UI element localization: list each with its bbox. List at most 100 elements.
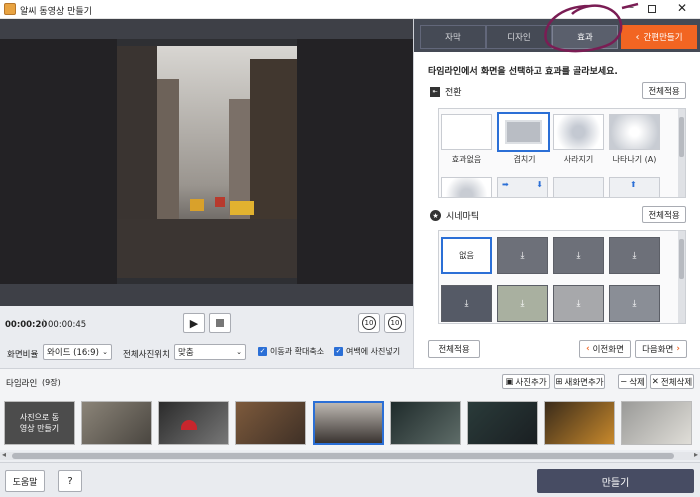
prev-screen-button[interactable]: ‹ 이전화면 xyxy=(579,340,631,358)
timeline-thumb[interactable]: 사진으로 동영상 만들기 xyxy=(4,401,75,445)
delete-all-label: 전체삭제 xyxy=(660,377,693,388)
cinematic-item[interactable]: ⤓ xyxy=(497,285,548,322)
footer-apply-all-button[interactable]: 전체적용 xyxy=(428,340,480,358)
transition-item[interactable] xyxy=(553,177,604,197)
pan-zoom-label: 이동과 확대축소 xyxy=(270,347,325,356)
cinematic-item[interactable]: ⤓ xyxy=(609,285,660,322)
add-photo-button[interactable]: ▣ 사진추가 xyxy=(502,374,550,389)
scroll-left-icon[interactable]: ◂ xyxy=(2,450,6,459)
next-label: 다음화면 xyxy=(642,345,674,355)
timeline-thumb[interactable] xyxy=(390,401,461,445)
timeline-thumb[interactable] xyxy=(544,401,615,445)
transition-fade-in[interactable] xyxy=(609,114,660,150)
add-screen-label: 새화면추가 xyxy=(564,377,604,388)
timeline-scrollbar[interactable]: ◂ ▸ xyxy=(0,450,700,460)
margin-photo-label: 여백에 사진넣기 xyxy=(346,347,401,356)
cinematic-apply-all-button[interactable]: 전체적용 xyxy=(642,206,686,223)
transition-overlap[interactable] xyxy=(497,112,550,152)
current-time: 00:00:20 xyxy=(5,320,48,330)
thumb-caption: 사진으로 동영상 만들기 xyxy=(19,413,60,433)
timeline-thumb[interactable] xyxy=(81,401,152,445)
download-icon: ⤓ xyxy=(520,250,525,261)
delete-label: 삭제 xyxy=(629,377,645,388)
time-separator: | xyxy=(42,319,46,329)
preview-image xyxy=(0,19,413,306)
ratio-select[interactable]: 와이드 (16:9) ⌄ xyxy=(43,344,112,360)
add-photo-label: 사진추가 xyxy=(515,377,547,388)
position-select[interactable]: 맞춤 ⌄ xyxy=(174,344,246,360)
rewind-icon: 10 xyxy=(362,316,376,330)
transition-label: 효과없음 xyxy=(451,155,482,164)
umbrella-dot xyxy=(181,420,197,430)
transition-item[interactable]: ⬆ xyxy=(609,177,660,197)
cinematic-item[interactable]: ⤓ xyxy=(441,285,492,322)
close-icon[interactable]: ✕ xyxy=(677,1,687,15)
cinematic-item[interactable]: ⤓ xyxy=(553,285,604,322)
play-icon: ▶ xyxy=(189,316,199,330)
forward-10-button[interactable]: 10 xyxy=(384,313,406,333)
ratio-value: 와이드 (16:9) xyxy=(47,348,99,358)
question-button[interactable]: ? xyxy=(58,470,82,492)
timeline-thumb[interactable] xyxy=(313,401,384,445)
transition-title: 전환 xyxy=(445,88,462,98)
scroll-right-icon[interactable]: ▸ xyxy=(694,450,698,459)
minus-icon: − xyxy=(620,376,628,387)
scrollbar[interactable] xyxy=(678,109,685,197)
transition-fade-out[interactable] xyxy=(553,114,604,150)
add-new-screen-button[interactable]: ⊞ 새화면추가 xyxy=(554,374,605,389)
timeline-thumb[interactable] xyxy=(621,401,692,445)
help-label: 도움말 xyxy=(12,477,38,488)
total-time: 00:00:45 xyxy=(48,320,87,330)
tab-subtitle[interactable]: 자막 xyxy=(420,25,486,49)
apply-all-label: 전체적용 xyxy=(438,345,470,355)
scrollbar-thumb[interactable] xyxy=(679,117,684,157)
stop-icon xyxy=(216,319,224,327)
instruction-text: 타임라인에서 화면을 선택하고 효과를 골라보세요. xyxy=(428,67,618,77)
timeline-count: (9장) xyxy=(42,378,61,387)
chevron-down-icon: ⌄ xyxy=(102,348,108,356)
scrollbar[interactable] xyxy=(678,231,685,323)
margin-photo-checkbox[interactable]: ✓ 여백에 사진넣기 xyxy=(334,346,400,357)
chevron-right-icon: › xyxy=(676,344,680,354)
transition-apply-all-button[interactable]: 전체적용 xyxy=(642,82,686,99)
question-label: ? xyxy=(67,475,73,487)
rewind-10-button[interactable]: 10 xyxy=(358,313,380,333)
download-icon: ⤓ xyxy=(464,298,469,309)
next-screen-button[interactable]: 다음화면 › xyxy=(635,340,687,358)
cinematic-none[interactable]: 없음 xyxy=(441,237,492,274)
transition-item[interactable]: ➡ ⬇ xyxy=(497,177,548,197)
transition-item[interactable] xyxy=(441,177,492,197)
forward-icon: 10 xyxy=(388,316,402,330)
add-screen-icon: ⊞ xyxy=(555,376,563,387)
close-small-icon: ✕ xyxy=(651,376,659,387)
download-icon: ⤓ xyxy=(520,298,525,309)
transition-none[interactable] xyxy=(441,114,492,150)
scrollbar-thumb[interactable] xyxy=(679,239,684,279)
help-button[interactable]: 도움말 xyxy=(5,470,45,492)
timeline-thumb[interactable] xyxy=(467,401,538,445)
delete-button[interactable]: − 삭제 xyxy=(618,374,647,389)
arrow-icon: ⬆ xyxy=(630,180,637,189)
transition-label: 나타나기 (A) xyxy=(612,155,657,164)
pan-zoom-checkbox[interactable]: ✓ 이동과 확대축소 xyxy=(258,346,324,357)
cinematic-item[interactable]: ⤓ xyxy=(609,237,660,274)
cinematic-item[interactable]: ⤓ xyxy=(497,237,548,274)
timeline-thumb[interactable] xyxy=(158,401,229,445)
delete-all-button[interactable]: ✕ 전체삭제 xyxy=(650,374,694,389)
tab-label: 자막 xyxy=(445,33,461,43)
cinematic-grid: 없음 ⤓ ⤓ ⤓ ⤓ ⤓ ⤓ ⤓ xyxy=(438,230,686,324)
transition-icon: ⇤ xyxy=(430,86,440,97)
cinematic-header: ★ 시네마틱 xyxy=(430,209,479,222)
cinematic-item[interactable]: ⤓ xyxy=(553,237,604,274)
star-icon: ★ xyxy=(430,210,441,221)
cinematic-none-label: 없음 xyxy=(459,251,474,260)
position-value: 맞춤 xyxy=(178,348,194,358)
scrollbar-thumb[interactable] xyxy=(12,453,674,459)
make-button[interactable]: 만들기 xyxy=(537,469,694,493)
annotation-circle xyxy=(544,2,639,53)
play-button[interactable]: ▶ xyxy=(183,313,205,333)
checkbox-checked-icon: ✓ xyxy=(334,347,343,356)
timeline-thumb[interactable] xyxy=(235,401,306,445)
checkbox-checked-icon: ✓ xyxy=(258,347,267,356)
stop-button[interactable] xyxy=(209,313,231,333)
